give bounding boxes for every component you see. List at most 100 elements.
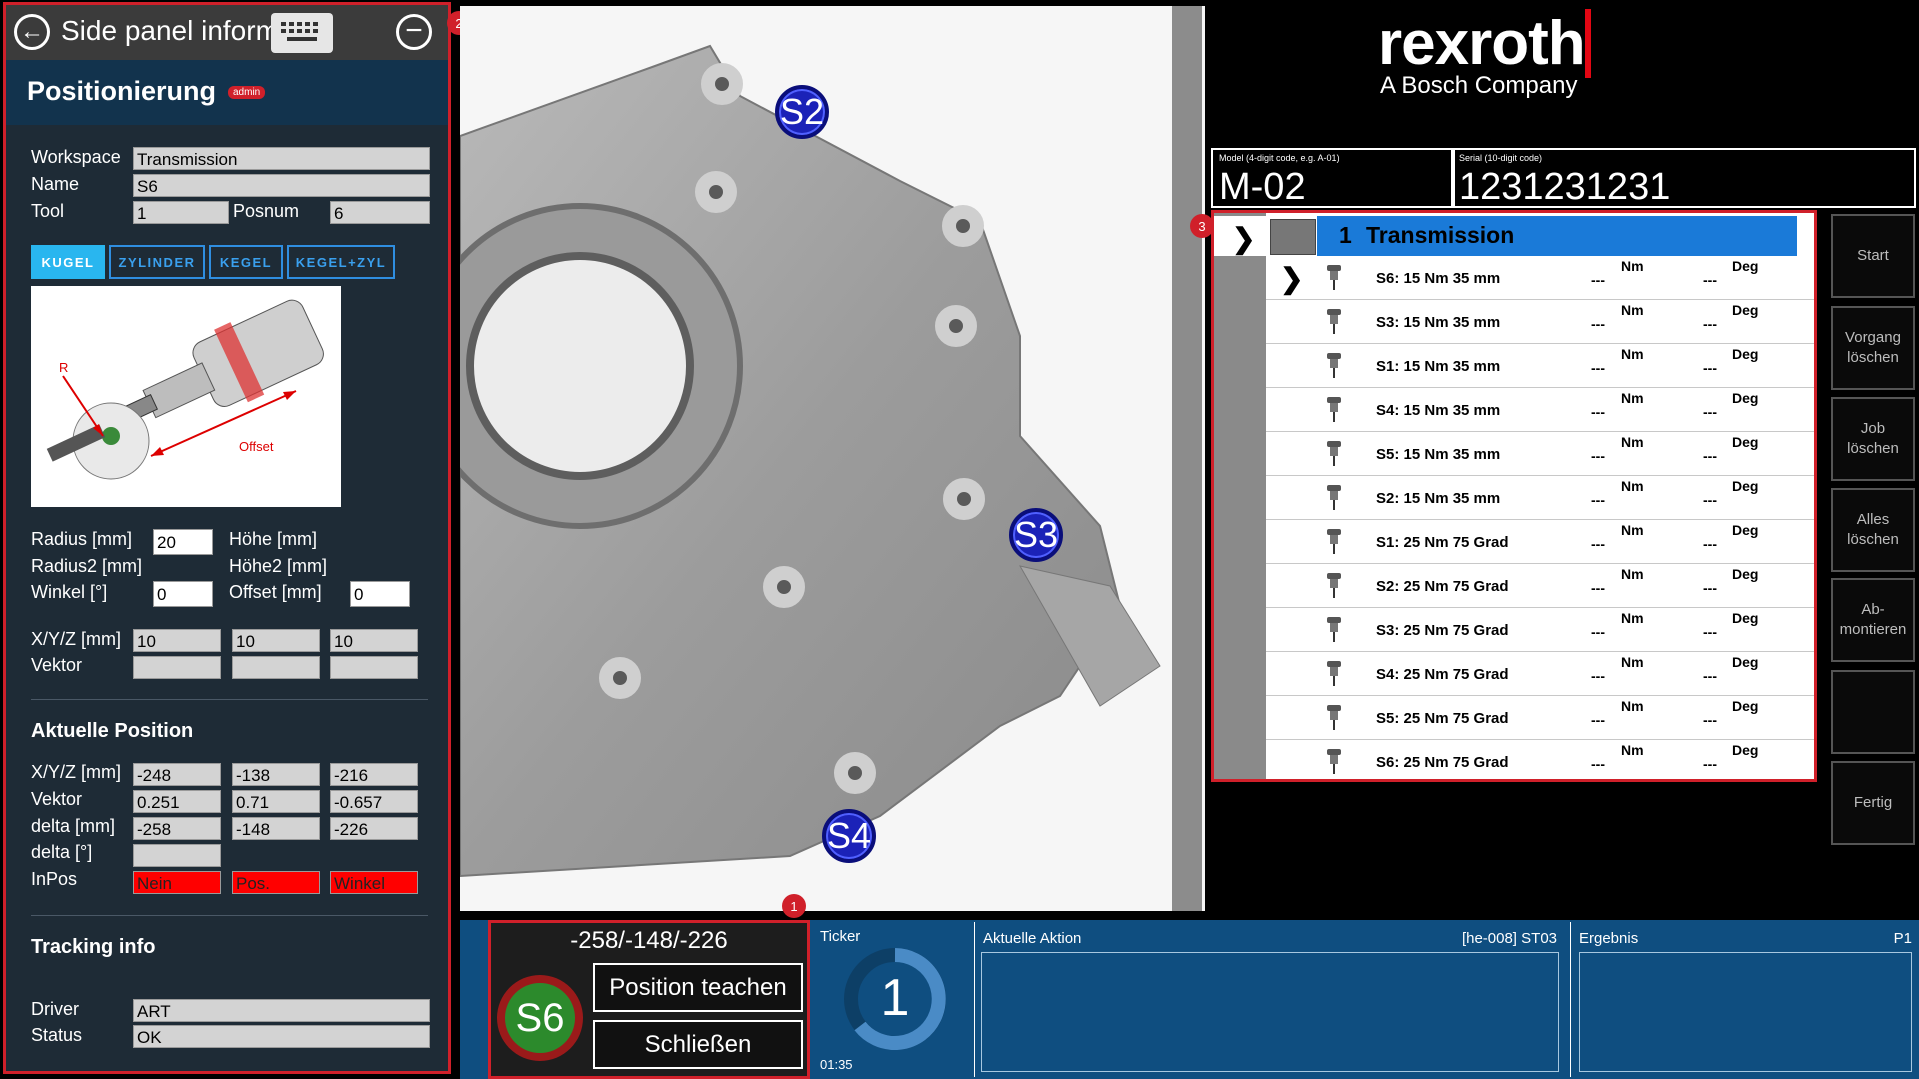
- aktuelle-aktion-panel: Aktuelle Aktion [he-008] ST03: [974, 922, 1567, 1077]
- list-item-name: S4: 25 Nm 75 Grad: [1376, 666, 1509, 683]
- vorgang-loeschen-button[interactable]: Vorgang löschen: [1831, 306, 1915, 390]
- angle-value: ---: [1703, 404, 1717, 420]
- current-xyz-label: X/Y/Z [mm]: [31, 762, 121, 782]
- start-button[interactable]: Start: [1831, 214, 1915, 298]
- tab-kugel[interactable]: KUGEL: [31, 245, 105, 279]
- list-item[interactable]: S4: 15 Nm 35 mm --- Nm --- Deg: [1266, 388, 1814, 432]
- angle-value: ---: [1703, 492, 1717, 508]
- list-item[interactable]: S3: 25 Nm 75 Grad --- Nm --- Deg: [1266, 608, 1814, 652]
- vektor-label: Vektor: [31, 655, 83, 675]
- vektor-z-field[interactable]: [330, 656, 418, 679]
- y-field[interactable]: 10: [232, 629, 320, 652]
- list-item[interactable]: S6: 25 Nm 75 Grad --- Nm --- Deg: [1266, 740, 1814, 779]
- ticker-label: Ticker: [820, 928, 861, 945]
- alles-loeschen-button[interactable]: Alles löschen: [1831, 488, 1915, 572]
- torque-value: ---: [1591, 668, 1605, 684]
- current-vektor-z: -0.657: [330, 790, 418, 813]
- list-item[interactable]: S1: 25 Nm 75 Grad --- Nm --- Deg: [1266, 520, 1814, 564]
- part-image[interactable]: S2 S3 S4: [460, 6, 1205, 911]
- job-header[interactable]: ❯ 1 Transmission: [1214, 216, 1814, 256]
- list-item[interactable]: S5: 15 Nm 35 mm --- Nm --- Deg: [1266, 432, 1814, 476]
- list-item-name: S4: 15 Nm 35 mm: [1376, 402, 1501, 419]
- tab-kegel-zyl[interactable]: KEGEL+ZYL: [287, 245, 395, 279]
- list-item[interactable]: S5: 25 Nm 75 Grad --- Nm --- Deg: [1266, 696, 1814, 740]
- tool-field[interactable]: 1: [133, 201, 229, 224]
- back-button[interactable]: ←: [14, 14, 50, 50]
- current-y-value: -138: [232, 763, 320, 786]
- angle-value: ---: [1703, 448, 1717, 464]
- marker-s3[interactable]: S3: [1009, 508, 1063, 562]
- job-title: Transmission: [1366, 222, 1515, 248]
- screwdriver-icon: [1327, 617, 1341, 642]
- keyboard-button[interactable]: [271, 13, 333, 53]
- marker-s2[interactable]: S2: [775, 85, 829, 139]
- vektor-x-field[interactable]: [133, 656, 221, 679]
- position-teachen-button[interactable]: Position teachen: [593, 963, 803, 1012]
- list-item[interactable]: ❯ S6: 15 Nm 35 mm --- Nm --- Deg: [1266, 256, 1814, 300]
- current-screw-label: S6: [505, 983, 575, 1053]
- aktuelle-aktion-code: [he-008] ST03: [1461, 930, 1557, 947]
- serial-caption: Serial (10-digit code): [1459, 153, 1543, 163]
- delta-z-value: -226: [330, 817, 418, 840]
- offset-field[interactable]: 0: [350, 581, 410, 607]
- list-item[interactable]: S2: 15 Nm 35 mm --- Nm --- Deg: [1266, 476, 1814, 520]
- radius-field[interactable]: 20: [153, 529, 213, 555]
- job-list: ❯ 1 Transmission ❯ S6: 15 Nm 35 mm --- Nm --…: [1211, 210, 1817, 782]
- screwdriver-icon: [1327, 749, 1341, 774]
- screwdriver-icon: [1327, 573, 1341, 598]
- workspace-field[interactable]: Transmission: [133, 147, 430, 170]
- angle-unit: Deg: [1732, 698, 1759, 714]
- list-item-name: S6: 15 Nm 35 mm: [1376, 270, 1501, 287]
- marker-s4[interactable]: S4: [822, 809, 876, 863]
- schliessen-button[interactable]: Schließen: [593, 1020, 803, 1069]
- current-row-chevron-icon: ❯: [1280, 263, 1304, 294]
- angle-value: ---: [1703, 580, 1717, 596]
- torque-value: ---: [1591, 712, 1605, 728]
- screwdriver-icon: [1327, 661, 1341, 686]
- divider: [31, 699, 428, 700]
- torque-value: ---: [1591, 756, 1605, 772]
- tab-zylinder[interactable]: ZYLINDER: [109, 245, 205, 279]
- vektor-y-field[interactable]: [232, 656, 320, 679]
- list-item-name: S6: 25 Nm 75 Grad: [1376, 754, 1509, 771]
- transmission-housing-image: [460, 44, 1161, 878]
- x-field[interactable]: 10: [133, 629, 221, 652]
- minimize-button[interactable]: −: [396, 14, 432, 50]
- torque-value: ---: [1591, 536, 1605, 552]
- job-loeschen-button[interactable]: Job löschen: [1831, 397, 1915, 481]
- serial-box[interactable]: Serial (10-digit code) 1231231231: [1451, 148, 1916, 208]
- torque-unit: Nm: [1621, 566, 1644, 582]
- list-item[interactable]: S3: 15 Nm 35 mm --- Nm --- Deg: [1266, 300, 1814, 344]
- model-box[interactable]: Model (4-digit code, e.g. A-01) M-02: [1211, 148, 1455, 208]
- list-item-name: S5: 15 Nm 35 mm: [1376, 446, 1501, 463]
- list-item[interactable]: S4: 25 Nm 75 Grad --- Nm --- Deg: [1266, 652, 1814, 696]
- driver-field: ART: [133, 999, 430, 1022]
- empty-button[interactable]: [1831, 670, 1915, 754]
- posnum-label: Posnum: [233, 201, 300, 221]
- list-item-name: S2: 25 Nm 75 Grad: [1376, 578, 1509, 595]
- angle-value: ---: [1703, 360, 1717, 376]
- inpos-winkel-status: Winkel: [330, 871, 418, 894]
- angle-unit: Deg: [1732, 346, 1759, 362]
- delta-y-value: -148: [232, 817, 320, 840]
- name-field[interactable]: S6: [133, 174, 430, 197]
- screwdriver-icon: [1327, 529, 1341, 554]
- abmontieren-button[interactable]: Ab-montieren: [1831, 578, 1915, 662]
- fertig-button[interactable]: Fertig: [1831, 761, 1915, 845]
- angle-unit: Deg: [1732, 742, 1759, 758]
- divider: [31, 915, 428, 916]
- posnum-field[interactable]: 6: [330, 201, 430, 224]
- list-item[interactable]: S1: 15 Nm 35 mm --- Nm --- Deg: [1266, 344, 1814, 388]
- z-field[interactable]: 10: [330, 629, 418, 652]
- image-scrollbar[interactable]: [1172, 6, 1202, 911]
- angle-unit: Deg: [1732, 654, 1759, 670]
- list-item[interactable]: S2: 25 Nm 75 Grad --- Nm --- Deg: [1266, 564, 1814, 608]
- torque-unit: Nm: [1621, 258, 1644, 274]
- winkel-field[interactable]: 0: [153, 581, 213, 607]
- current-vektor-y: 0.71: [232, 790, 320, 813]
- tab-kegel[interactable]: KEGEL: [209, 245, 283, 279]
- ergebnis-panel: Ergebnis P1: [1570, 922, 1919, 1077]
- chevron-right-icon: ❯: [1232, 223, 1256, 254]
- angle-unit: Deg: [1732, 566, 1759, 582]
- rexroth-logo: rexroth: [1378, 8, 1591, 79]
